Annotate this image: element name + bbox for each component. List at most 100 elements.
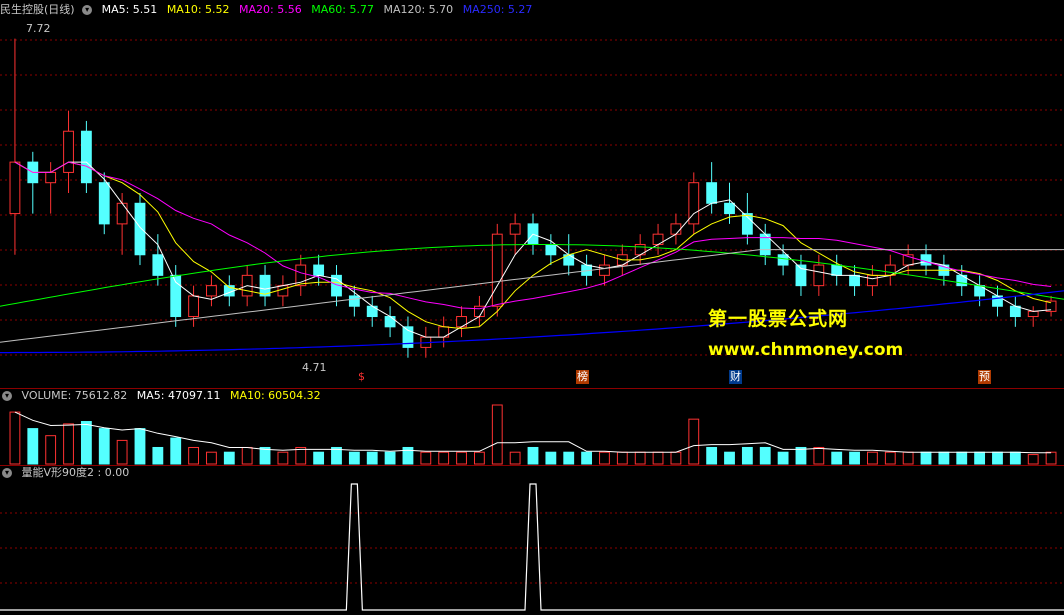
candle-body [1009, 305, 1021, 318]
volume-ma10-label: MA10: 60504.32 [229, 389, 321, 402]
candle-body [831, 264, 843, 276]
volume-bar [634, 451, 646, 465]
candle-body [849, 274, 860, 287]
ma250-label: MA250: 5.27 [462, 3, 533, 16]
indicator-line [0, 483, 1064, 611]
volume-bar [599, 451, 610, 465]
candle-body [724, 202, 735, 215]
high-price-label: 7.72 [26, 22, 51, 35]
watermark-url: www.chnmoney.com [708, 340, 904, 360]
volume-bar [438, 451, 450, 465]
event-dividend[interactable]: $ [357, 370, 366, 384]
volume-bar [741, 446, 753, 465]
candle-body [545, 243, 557, 256]
volume-bar [545, 451, 557, 465]
candle-body [348, 295, 360, 307]
candle-body [920, 254, 932, 266]
volume-bar [670, 451, 682, 465]
ma5-label: MA5: 5.51 [101, 3, 158, 16]
volume-bar [509, 451, 521, 465]
volume-bar [1027, 454, 1039, 465]
ma120-label: MA120: 5.70 [383, 3, 454, 16]
candle-body [98, 182, 110, 225]
ma60-label: MA60: 5.77 [311, 3, 374, 16]
collapse-icon[interactable]: ▾ [2, 391, 12, 401]
volume-bar [27, 428, 39, 465]
volume-bar [80, 421, 92, 465]
volume-bar [616, 451, 628, 465]
volume-bar [563, 451, 575, 465]
volume-bar [956, 451, 968, 465]
volume-bar [884, 451, 896, 465]
candle-body [188, 295, 199, 318]
volume-bar [992, 451, 1003, 465]
candle-body [777, 254, 789, 266]
volume-bar [724, 451, 735, 465]
stock-title: 民生控股(日线) [0, 3, 75, 16]
volume-bar [527, 446, 539, 465]
candle-body [45, 171, 57, 184]
volume-bar [581, 451, 593, 465]
candle-body [599, 264, 610, 276]
collapse-icon[interactable]: ▾ [82, 5, 93, 15]
volume-bar [706, 446, 718, 465]
volume-bar [366, 451, 378, 465]
candle-body [1027, 310, 1039, 318]
collapse-icon[interactable]: ▾ [2, 468, 12, 478]
candle-body [813, 264, 825, 287]
volume-label: VOLUME: 75612.82 [21, 389, 128, 402]
event-rank[interactable]: 榜 [576, 370, 589, 384]
volume-bar [652, 451, 664, 465]
candle-body [9, 161, 21, 215]
low-price-label: 4.71 [302, 361, 327, 374]
volume-bar [1045, 451, 1057, 465]
indicator-chart[interactable] [0, 466, 1064, 615]
volume-header: ▾ VOLUME: 75612.82 MA5: 47097.11 MA10: 6… [0, 388, 327, 404]
ma20-label: MA20: 5.56 [239, 3, 302, 16]
price-panel[interactable]: 民生控股(日线) ▾ MA5: 5.51 MA10: 5.52 MA20: 5.… [0, 0, 1064, 388]
volume-bar [938, 451, 950, 465]
price-header: 民生控股(日线) ▾ MA5: 5.51 MA10: 5.52 MA20: 5.… [0, 2, 538, 18]
candle-body [706, 182, 718, 204]
volume-bar [206, 451, 217, 465]
volume-bar [116, 439, 128, 465]
volume-bar [795, 446, 807, 465]
volume-bar [456, 451, 467, 465]
candle-body [867, 274, 878, 287]
volume-bar [277, 451, 289, 465]
volume-bar [241, 446, 253, 465]
candle-body [670, 223, 682, 235]
volume-bar [63, 423, 74, 465]
volume-bar [759, 446, 771, 465]
event-finance[interactable]: 财 [729, 370, 742, 384]
event-forecast[interactable]: 预 [978, 370, 991, 384]
volume-bar [813, 446, 825, 465]
volume-bar [134, 428, 146, 465]
volume-bar [1009, 451, 1021, 465]
volume-bar [188, 446, 199, 465]
volume-bar [491, 404, 503, 465]
volume-ma5-label: MA5: 47097.11 [136, 389, 221, 402]
candle-body [509, 223, 521, 235]
candle-body [80, 130, 92, 184]
indicator-header: ▾ 量能V形90度2 : 0.00 [0, 465, 135, 481]
price-chart[interactable] [0, 0, 1064, 388]
volume-bar [313, 451, 325, 465]
indicator-panel[interactable]: ▾ 量能V形90度2 : 0.00 [0, 466, 1064, 615]
volume-bar [98, 428, 110, 465]
volume-bar [152, 446, 164, 465]
candle-body [206, 285, 217, 297]
volume-bar [384, 451, 396, 465]
volume-bar [473, 451, 485, 465]
candle-body [116, 202, 128, 225]
volume-bar [867, 451, 878, 465]
volume-bar [9, 411, 21, 465]
watermark-title: 第一股票公式网 [708, 308, 849, 330]
candle-body [63, 130, 74, 173]
ma10-label: MA10: 5.52 [166, 3, 230, 16]
volume-panel[interactable]: ▾ VOLUME: 75612.82 MA5: 47097.11 MA10: 6… [0, 389, 1064, 465]
volume-bar [831, 451, 843, 465]
ma250-line [0, 290, 1064, 354]
indicator-label: 量能V形90度2 : 0.00 [21, 466, 130, 479]
volume-bar [223, 451, 235, 465]
